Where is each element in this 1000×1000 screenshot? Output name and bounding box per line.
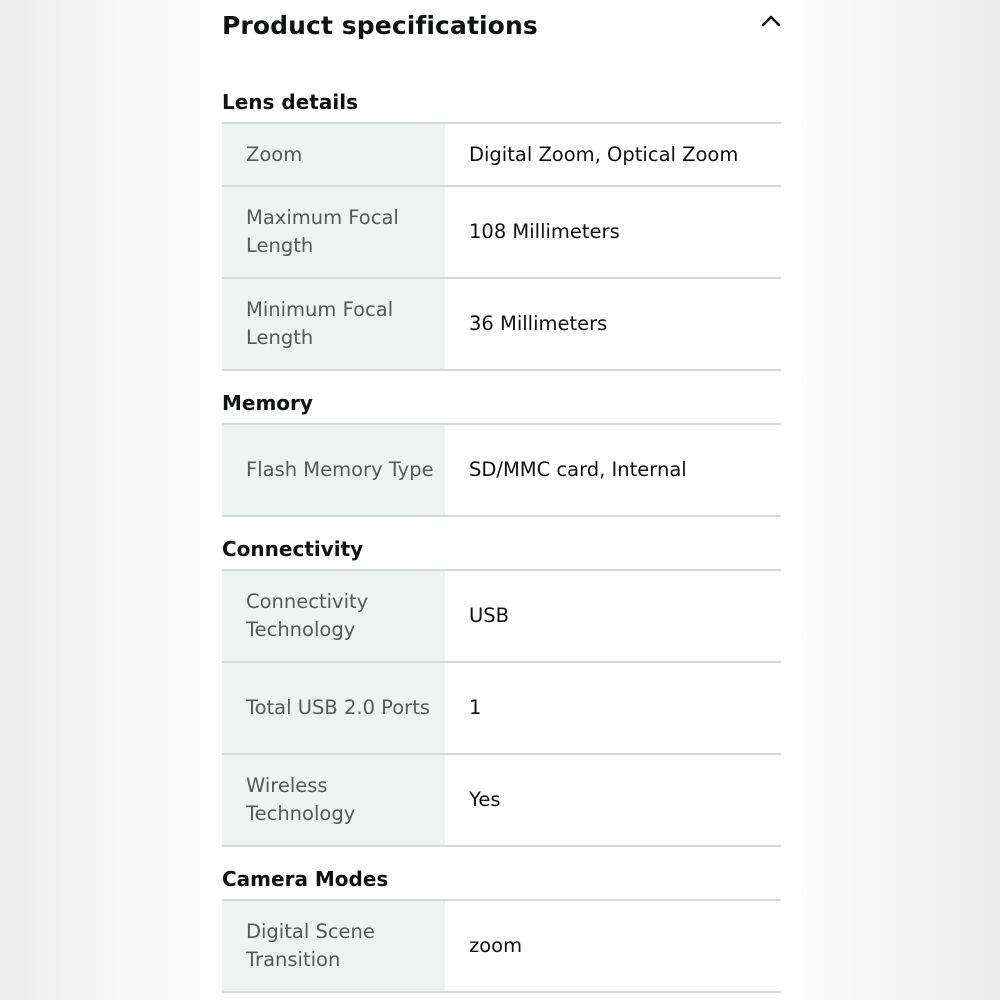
spec-key: Connectivity Technology bbox=[222, 570, 445, 662]
spec-value: Digital Zoom, Optical Zoom bbox=[445, 123, 781, 186]
lens-details-table: Zoom Digital Zoom, Optical Zoom Maximum … bbox=[222, 122, 781, 371]
spec-key: Digital Scene Transition bbox=[222, 900, 445, 992]
section-title-lens-details: Lens details bbox=[222, 90, 358, 114]
section-title-connectivity: Connectivity bbox=[222, 537, 364, 561]
table-row: Wireless Technology Yes bbox=[222, 754, 781, 846]
table-row: Digital Scene Transition zoom bbox=[222, 900, 781, 992]
table-row: Total USB 2.0 Ports 1 bbox=[222, 662, 781, 754]
memory-table: Flash Memory Type SD/MMC card, Internal bbox=[222, 423, 781, 517]
spec-value: Yes bbox=[445, 754, 781, 846]
spec-value: 108 Millimeters bbox=[445, 186, 781, 278]
section-title-camera-modes: Camera Modes bbox=[222, 867, 389, 891]
spec-value: 36 Millimeters bbox=[445, 278, 781, 370]
chevron-up-icon[interactable] bbox=[760, 10, 782, 32]
specifications-content: Lens details Zoom Digital Zoom, Optical … bbox=[222, 84, 781, 1000]
spec-key: Total USB 2.0 Ports bbox=[222, 662, 445, 754]
spec-value: 1 bbox=[445, 662, 781, 754]
spec-value: USB bbox=[445, 570, 781, 662]
product-specifications-panel: Product specifications Lens details Zoom… bbox=[200, 0, 802, 1000]
spec-key: Flash Memory Type bbox=[222, 424, 445, 516]
spec-value: SD/MMC card, Internal bbox=[445, 424, 781, 516]
camera-modes-table: Digital Scene Transition zoom bbox=[222, 899, 781, 993]
table-row: Minimum Focal Length 36 Millimeters bbox=[222, 278, 781, 370]
connectivity-table: Connectivity Technology USB Total USB 2.… bbox=[222, 569, 781, 847]
table-row: Zoom Digital Zoom, Optical Zoom bbox=[222, 123, 781, 186]
spec-key: Minimum Focal Length bbox=[222, 278, 445, 370]
table-row: Connectivity Technology USB bbox=[222, 570, 781, 662]
section-title-memory: Memory bbox=[222, 391, 313, 415]
spec-key: Wireless Technology bbox=[222, 754, 445, 846]
specifications-header[interactable]: Product specifications bbox=[222, 0, 782, 60]
table-row: Maximum Focal Length 108 Millimeters bbox=[222, 186, 781, 278]
spec-key: Maximum Focal Length bbox=[222, 186, 445, 278]
spec-value: zoom bbox=[445, 900, 781, 992]
section-header-title: Product specifications bbox=[222, 11, 538, 40]
table-row: Flash Memory Type SD/MMC card, Internal bbox=[222, 424, 781, 516]
spec-key: Zoom bbox=[222, 123, 445, 186]
